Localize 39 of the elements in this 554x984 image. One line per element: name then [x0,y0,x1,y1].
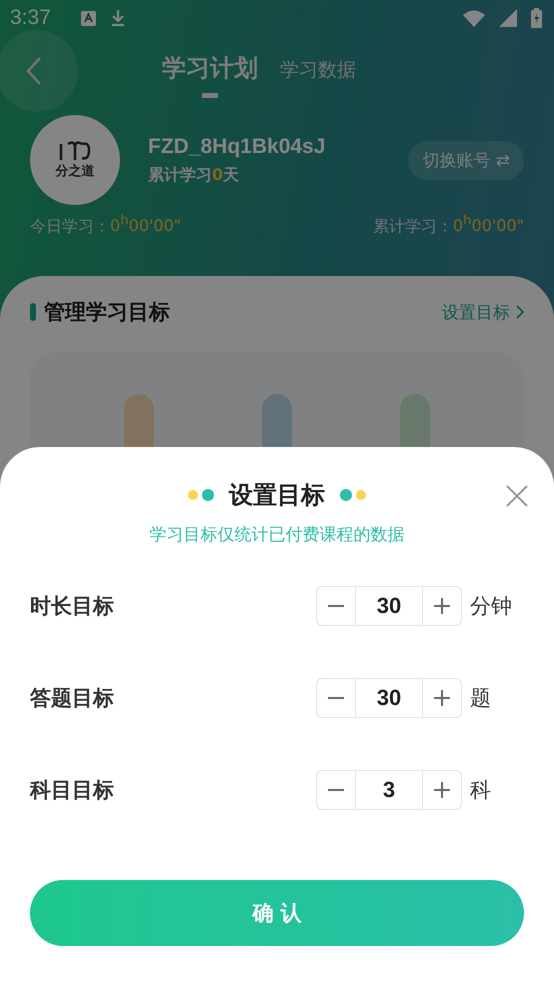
chevron-right-icon [516,305,524,319]
confirm-button[interactable]: 确 认 [30,880,524,946]
plus-button[interactable] [422,770,462,810]
status-time: 3:37 [10,6,51,30]
goal-label: 时长目标 [30,593,114,620]
study-days: 累计学习0天 [148,164,326,186]
dialog-subtitle: 学习目标仅统计已付费课程的数据 [150,524,404,546]
goal-unit: 科 [469,777,492,804]
tab[interactable]: 学习数据 [278,49,358,97]
plus-icon [433,689,451,707]
study-time: 累计学习：0$^{h}$00'00" [372,214,524,238]
close-button[interactable] [506,485,528,507]
goal-unit: 题 [469,685,492,712]
goal-label: 答题目标 [30,685,114,712]
minus-icon [327,789,345,791]
plus-icon [433,781,451,799]
set-goal-link[interactable]: 设置目标 [442,300,524,324]
wifi-icon [463,10,485,26]
goal-unit: 分钟 [469,593,513,620]
signal-icon [499,9,517,27]
title-marker [30,303,36,321]
download-icon [110,9,126,27]
avatar-logo: 分之道 [30,115,120,205]
plus-button[interactable] [422,678,462,718]
close-icon [506,485,528,507]
section-title: 管理学习目标 [44,299,170,326]
study-time: 今日学习：0$^{h}$00'00" [30,214,182,238]
back-icon [26,56,42,86]
username: FZD_8Hq1Bk04sJ [148,134,326,158]
dots-icon [339,489,367,501]
minus-icon [327,697,345,699]
plus-icon [433,597,451,615]
goal-label: 科目目标 [30,777,114,804]
minus-icon [327,605,345,607]
dots-icon [187,489,215,501]
plus-button[interactable] [422,586,462,626]
keyboard-icon [80,10,96,26]
battery-icon [531,8,542,28]
dialog-title: 设置目标 [229,480,325,511]
